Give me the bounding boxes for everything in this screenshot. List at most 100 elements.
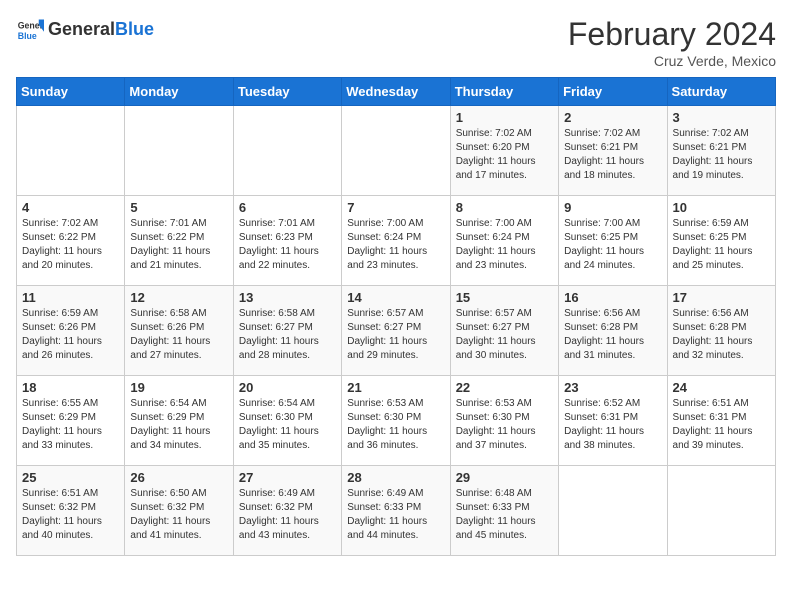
weekday-header-row: SundayMondayTuesdayWednesdayThursdayFrid… — [17, 78, 776, 106]
day-number: 19 — [130, 380, 227, 395]
day-number: 24 — [673, 380, 770, 395]
day-info: Sunrise: 7:00 AM Sunset: 6:24 PM Dayligh… — [456, 217, 553, 273]
day-number: 2 — [564, 110, 661, 125]
calendar-week-row: 1 Sunrise: 7:02 AM Sunset: 6:20 PM Daylig… — [17, 106, 776, 196]
calendar-day-cell: 5 Sunrise: 7:01 AM Sunset: 6:22 PM Daylig… — [125, 196, 233, 286]
day-number: 4 — [22, 200, 119, 215]
calendar-day-cell: 26 Sunrise: 6:50 AM Sunset: 6:32 PM Dayli… — [125, 466, 233, 556]
day-number: 28 — [347, 470, 444, 485]
calendar-day-cell: 21 Sunrise: 6:53 AM Sunset: 6:30 PM Dayli… — [342, 376, 450, 466]
day-number: 12 — [130, 290, 227, 305]
weekday-header: Sunday — [17, 78, 125, 106]
calendar-day-cell: 18 Sunrise: 6:55 AM Sunset: 6:29 PM Dayli… — [17, 376, 125, 466]
day-number: 26 — [130, 470, 227, 485]
logo-icon: General Blue — [16, 16, 44, 44]
calendar-day-cell: 11 Sunrise: 6:59 AM Sunset: 6:26 PM Dayli… — [17, 286, 125, 376]
weekday-header: Monday — [125, 78, 233, 106]
logo: General Blue General Blue — [16, 16, 154, 44]
calendar-day-cell: 8 Sunrise: 7:00 AM Sunset: 6:24 PM Daylig… — [450, 196, 558, 286]
day-number: 3 — [673, 110, 770, 125]
day-number: 10 — [673, 200, 770, 215]
svg-text:Blue: Blue — [18, 31, 37, 41]
calendar-day-cell: 25 Sunrise: 6:51 AM Sunset: 6:32 PM Dayli… — [17, 466, 125, 556]
calendar-day-cell — [559, 466, 667, 556]
day-info: Sunrise: 7:02 AM Sunset: 6:22 PM Dayligh… — [22, 217, 119, 273]
day-info: Sunrise: 6:49 AM Sunset: 6:33 PM Dayligh… — [347, 487, 444, 543]
day-info: Sunrise: 6:56 AM Sunset: 6:28 PM Dayligh… — [564, 307, 661, 363]
weekday-header: Saturday — [667, 78, 775, 106]
day-info: Sunrise: 7:02 AM Sunset: 6:21 PM Dayligh… — [673, 127, 770, 183]
calendar-header: SundayMondayTuesdayWednesdayThursdayFrid… — [17, 78, 776, 106]
day-info: Sunrise: 6:48 AM Sunset: 6:33 PM Dayligh… — [456, 487, 553, 543]
day-info: Sunrise: 6:51 AM Sunset: 6:31 PM Dayligh… — [673, 397, 770, 453]
day-number: 23 — [564, 380, 661, 395]
day-info: Sunrise: 6:57 AM Sunset: 6:27 PM Dayligh… — [347, 307, 444, 363]
calendar-week-row: 4 Sunrise: 7:02 AM Sunset: 6:22 PM Daylig… — [17, 196, 776, 286]
calendar-day-cell — [342, 106, 450, 196]
day-number: 17 — [673, 290, 770, 305]
calendar-week-row: 25 Sunrise: 6:51 AM Sunset: 6:32 PM Dayli… — [17, 466, 776, 556]
calendar-day-cell: 10 Sunrise: 6:59 AM Sunset: 6:25 PM Dayli… — [667, 196, 775, 286]
calendar-day-cell: 23 Sunrise: 6:52 AM Sunset: 6:31 PM Dayli… — [559, 376, 667, 466]
day-number: 25 — [22, 470, 119, 485]
day-info: Sunrise: 6:59 AM Sunset: 6:25 PM Dayligh… — [673, 217, 770, 273]
day-info: Sunrise: 7:00 AM Sunset: 6:24 PM Dayligh… — [347, 217, 444, 273]
weekday-header: Wednesday — [342, 78, 450, 106]
logo-general-text: General — [48, 20, 115, 40]
calendar-day-cell: 3 Sunrise: 7:02 AM Sunset: 6:21 PM Daylig… — [667, 106, 775, 196]
day-number: 9 — [564, 200, 661, 215]
weekday-header: Friday — [559, 78, 667, 106]
calendar-day-cell: 2 Sunrise: 7:02 AM Sunset: 6:21 PM Daylig… — [559, 106, 667, 196]
day-number: 5 — [130, 200, 227, 215]
day-number: 8 — [456, 200, 553, 215]
calendar-day-cell: 4 Sunrise: 7:02 AM Sunset: 6:22 PM Daylig… — [17, 196, 125, 286]
day-info: Sunrise: 6:53 AM Sunset: 6:30 PM Dayligh… — [347, 397, 444, 453]
day-info: Sunrise: 6:55 AM Sunset: 6:29 PM Dayligh… — [22, 397, 119, 453]
day-info: Sunrise: 6:51 AM Sunset: 6:32 PM Dayligh… — [22, 487, 119, 543]
day-number: 15 — [456, 290, 553, 305]
day-info: Sunrise: 6:57 AM Sunset: 6:27 PM Dayligh… — [456, 307, 553, 363]
day-info: Sunrise: 6:50 AM Sunset: 6:32 PM Dayligh… — [130, 487, 227, 543]
day-number: 6 — [239, 200, 336, 215]
day-number: 21 — [347, 380, 444, 395]
day-number: 1 — [456, 110, 553, 125]
day-info: Sunrise: 6:52 AM Sunset: 6:31 PM Dayligh… — [564, 397, 661, 453]
day-number: 11 — [22, 290, 119, 305]
day-number: 14 — [347, 290, 444, 305]
day-info: Sunrise: 7:02 AM Sunset: 6:20 PM Dayligh… — [456, 127, 553, 183]
day-number: 16 — [564, 290, 661, 305]
day-info: Sunrise: 6:54 AM Sunset: 6:29 PM Dayligh… — [130, 397, 227, 453]
calendar-week-row: 11 Sunrise: 6:59 AM Sunset: 6:26 PM Dayli… — [17, 286, 776, 376]
calendar-day-cell: 6 Sunrise: 7:01 AM Sunset: 6:23 PM Daylig… — [233, 196, 341, 286]
calendar-day-cell: 19 Sunrise: 6:54 AM Sunset: 6:29 PM Dayli… — [125, 376, 233, 466]
calendar-week-row: 18 Sunrise: 6:55 AM Sunset: 6:29 PM Dayli… — [17, 376, 776, 466]
calendar-day-cell: 22Sunrise: 6:53 AM Sunset: 6:30 PM Dayli… — [450, 376, 558, 466]
day-info: Sunrise: 7:01 AM Sunset: 6:23 PM Dayligh… — [239, 217, 336, 273]
calendar-day-cell: 28 Sunrise: 6:49 AM Sunset: 6:33 PM Dayli… — [342, 466, 450, 556]
day-info: Sunrise: 7:02 AM Sunset: 6:21 PM Dayligh… — [564, 127, 661, 183]
calendar-day-cell — [233, 106, 341, 196]
logo-blue-text: Blue — [115, 20, 154, 40]
day-info: Sunrise: 7:00 AM Sunset: 6:25 PM Dayligh… — [564, 217, 661, 273]
calendar-day-cell: 27Sunrise: 6:49 AM Sunset: 6:32 PM Dayli… — [233, 466, 341, 556]
calendar-day-cell: 12Sunrise: 6:58 AM Sunset: 6:26 PM Dayli… — [125, 286, 233, 376]
month-year-title: February 2024 — [568, 16, 776, 53]
calendar-day-cell: 1 Sunrise: 7:02 AM Sunset: 6:20 PM Daylig… — [450, 106, 558, 196]
calendar-day-cell: 16 Sunrise: 6:56 AM Sunset: 6:28 PM Dayli… — [559, 286, 667, 376]
calendar-table: SundayMondayTuesdayWednesdayThursdayFrid… — [16, 77, 776, 556]
day-info: Sunrise: 6:54 AM Sunset: 6:30 PM Dayligh… — [239, 397, 336, 453]
calendar-day-cell: 24 Sunrise: 6:51 AM Sunset: 6:31 PM Dayli… — [667, 376, 775, 466]
day-number: 29 — [456, 470, 553, 485]
calendar-day-cell: 15 Sunrise: 6:57 AM Sunset: 6:27 PM Dayli… — [450, 286, 558, 376]
day-info: Sunrise: 6:49 AM Sunset: 6:32 PM Dayligh… — [239, 487, 336, 543]
calendar-body: 1 Sunrise: 7:02 AM Sunset: 6:20 PM Daylig… — [17, 106, 776, 556]
weekday-header: Thursday — [450, 78, 558, 106]
location-subtitle: Cruz Verde, Mexico — [568, 53, 776, 69]
calendar-day-cell: 7Sunrise: 7:00 AM Sunset: 6:24 PM Daylig… — [342, 196, 450, 286]
calendar-day-cell — [667, 466, 775, 556]
day-number: 18 — [22, 380, 119, 395]
calendar-day-cell: 13Sunrise: 6:58 AM Sunset: 6:27 PM Dayli… — [233, 286, 341, 376]
day-info: Sunrise: 6:59 AM Sunset: 6:26 PM Dayligh… — [22, 307, 119, 363]
day-info: Sunrise: 7:01 AM Sunset: 6:22 PM Dayligh… — [130, 217, 227, 273]
title-block: February 2024 Cruz Verde, Mexico — [568, 16, 776, 69]
